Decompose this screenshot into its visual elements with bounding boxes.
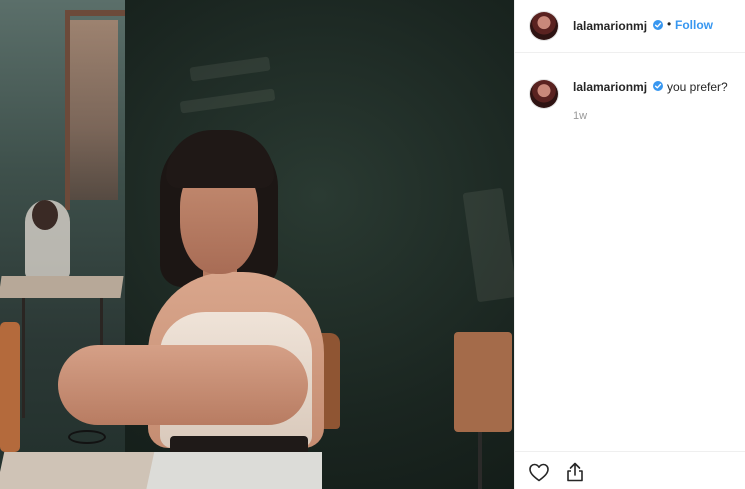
post-sidebar: lalamarionmj • Follow lalamarionmj you p… xyxy=(514,0,745,489)
heart-icon xyxy=(527,460,551,484)
share-icon xyxy=(563,460,587,484)
chair xyxy=(454,332,512,432)
subject-bangs xyxy=(166,130,274,188)
background-person-head xyxy=(32,200,58,230)
subject-arms xyxy=(58,345,308,425)
light-streak xyxy=(189,56,271,82)
username-link[interactable]: lalamarionmj xyxy=(573,80,647,94)
avatar[interactable] xyxy=(530,12,558,40)
like-button[interactable] xyxy=(527,460,551,484)
window-glass xyxy=(70,20,118,200)
avatar[interactable] xyxy=(530,80,558,108)
share-button[interactable] xyxy=(563,460,587,484)
post-timestamp[interactable]: 1w xyxy=(573,110,587,122)
chair xyxy=(0,322,20,452)
subject-bracelet xyxy=(68,430,106,444)
chair-leg xyxy=(478,432,482,489)
verified-badge-icon xyxy=(653,20,663,30)
username-link[interactable]: lalamarionmj xyxy=(573,19,647,33)
subject-pants xyxy=(146,452,322,489)
post-photo[interactable] xyxy=(0,0,514,489)
light-streak xyxy=(462,187,514,303)
light-streak xyxy=(179,88,276,114)
instagram-post: lalamarionmj • Follow lalamarionmj you p… xyxy=(0,0,745,489)
separator-dot: • xyxy=(667,17,672,31)
foreground-table xyxy=(0,452,155,489)
caption-text: you prefer? xyxy=(667,80,728,94)
post-header: lalamarionmj • Follow xyxy=(515,0,745,53)
verified-badge-icon xyxy=(653,81,663,91)
window-frame-top xyxy=(65,10,125,16)
action-bar xyxy=(515,451,745,489)
background-table xyxy=(0,276,124,298)
table-leg xyxy=(22,298,25,418)
follow-button[interactable]: Follow xyxy=(675,18,713,32)
